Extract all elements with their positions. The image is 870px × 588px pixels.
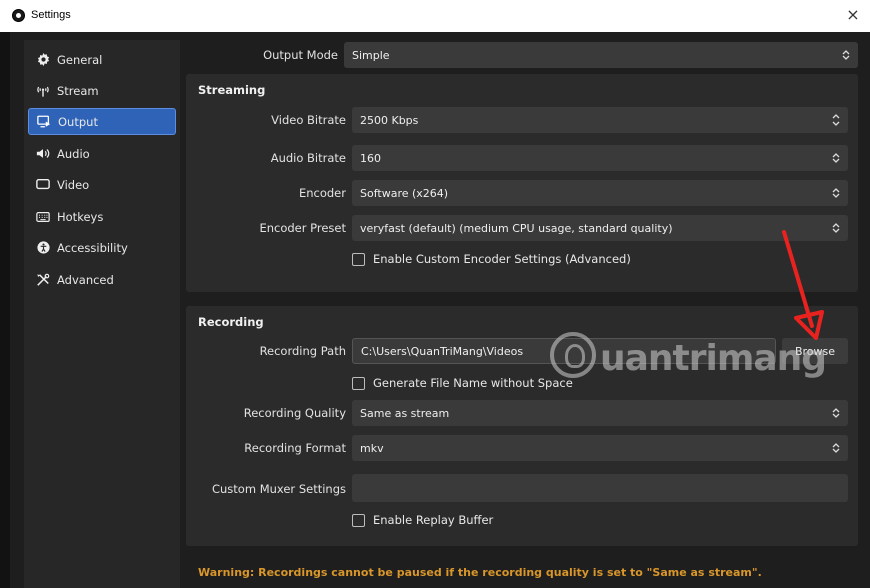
custom-muxer-label: Custom Muxer Settings — [211, 482, 346, 496]
window-title: Settings — [31, 9, 71, 21]
encoder-preset-value: veryfast (default) (medium CPU usage, st… — [360, 221, 673, 235]
audio-bitrate-label: Audio Bitrate — [270, 151, 346, 165]
encoder-value: Software (x264) — [360, 186, 449, 200]
recording-format-value: mkv — [360, 441, 384, 455]
replay-buffer-checkbox[interactable]: Enable Replay Buffer — [352, 513, 493, 527]
sidebar-item-label: Audio — [57, 146, 90, 161]
sidebar-item-label: Stream — [57, 83, 99, 98]
recording-path-label: Recording Path — [259, 344, 346, 358]
updown-arrows-icon — [828, 404, 844, 422]
generate-filename-checkbox[interactable]: Generate File Name without Space — [352, 376, 573, 390]
streaming-section-title: Streaming — [198, 83, 266, 97]
video-bitrate-value: 2500 Kbps — [360, 113, 419, 127]
sidebar-item-video[interactable]: Video — [28, 171, 176, 198]
recording-quality-select[interactable]: Same as stream — [352, 400, 848, 426]
tools-icon — [36, 273, 50, 287]
sidebar-item-label: Video — [57, 177, 90, 192]
video-bitrate-label: Video Bitrate — [271, 113, 346, 127]
updown-arrows-icon — [828, 184, 844, 202]
title-bar: Settings × — [0, 0, 870, 32]
recording-quality-value: Same as stream — [360, 406, 450, 420]
sidebar-item-label: Accessibility — [57, 240, 128, 255]
audio-bitrate-select[interactable]: 160 — [352, 145, 848, 171]
checkbox-label: Enable Replay Buffer — [373, 513, 494, 527]
monitor-icon — [36, 178, 50, 192]
updown-arrows-icon — [838, 46, 854, 64]
antenna-icon — [36, 84, 50, 98]
sidebar-item-general[interactable]: General — [28, 46, 176, 73]
sidebar-item-advanced[interactable]: Advanced — [28, 266, 176, 293]
browse-button[interactable]: Browse — [782, 338, 848, 364]
checkbox-box[interactable] — [352, 376, 365, 390]
custom-encoder-checkbox[interactable]: Enable Custom Encoder Settings (Advanced… — [352, 252, 631, 266]
checkbox-label: Enable Custom Encoder Settings (Advanced… — [373, 252, 631, 266]
obs-logo-icon — [12, 9, 25, 22]
sidebar-item-label: Hotkeys — [57, 209, 104, 224]
custom-muxer-input[interactable] — [352, 474, 848, 502]
sidebar-item-stream[interactable]: Stream — [28, 77, 176, 104]
recording-quality-label: Recording Quality — [243, 406, 346, 420]
audio-bitrate-value: 160 — [360, 151, 381, 165]
video-bitrate-spinbox[interactable]: 2500 Kbps — [352, 107, 848, 133]
accessibility-icon — [36, 241, 50, 255]
sidebar-item-audio[interactable]: Audio — [28, 140, 176, 167]
output-mode-select[interactable]: Simple — [344, 42, 858, 68]
recording-format-select[interactable]: mkv — [352, 435, 848, 461]
recording-path-value: C:\Users\QuanTriMang\Videos — [361, 344, 524, 358]
sidebar-item-output[interactable]: Output — [28, 108, 176, 135]
encoder-preset-label: Encoder Preset — [259, 221, 346, 235]
updown-arrows-icon — [828, 439, 844, 457]
gear-icon — [36, 53, 50, 67]
sidebar-item-label: Advanced — [57, 272, 114, 287]
background-window-edge — [0, 32, 10, 588]
recording-format-label: Recording Format — [244, 441, 346, 455]
speaker-icon — [36, 147, 50, 161]
updown-arrows-icon — [828, 219, 844, 237]
updown-arrows-icon[interactable] — [828, 111, 844, 129]
output-mode-value: Simple — [352, 48, 390, 62]
output-mode-label: Output Mode — [263, 48, 338, 62]
sidebar-item-hotkeys[interactable]: Hotkeys — [28, 203, 176, 230]
encoder-select[interactable]: Software (x264) — [352, 180, 848, 206]
updown-arrows-icon — [828, 149, 844, 167]
sidebar-item-accessibility[interactable]: Accessibility — [28, 234, 176, 261]
output-icon — [37, 115, 51, 129]
warning-message: Warning: Recordings cannot be paused if … — [198, 566, 762, 579]
checkbox-box[interactable] — [352, 513, 365, 527]
sidebar-item-label: General — [57, 52, 103, 67]
checkbox-label: Generate File Name without Space — [373, 376, 573, 390]
close-icon[interactable]: × — [844, 6, 862, 24]
sidebar-item-label: Output — [58, 114, 98, 129]
recording-section-title: Recording — [198, 315, 264, 329]
recording-path-input[interactable]: C:\Users\QuanTriMang\Videos — [352, 338, 776, 364]
keyboard-icon — [36, 210, 50, 224]
checkbox-box[interactable] — [352, 252, 365, 266]
settings-sidebar: General Stream Output Audio Video Hotkey… — [24, 40, 180, 588]
encoder-preset-select[interactable]: veryfast (default) (medium CPU usage, st… — [352, 215, 848, 241]
encoder-label: Encoder — [298, 186, 346, 200]
